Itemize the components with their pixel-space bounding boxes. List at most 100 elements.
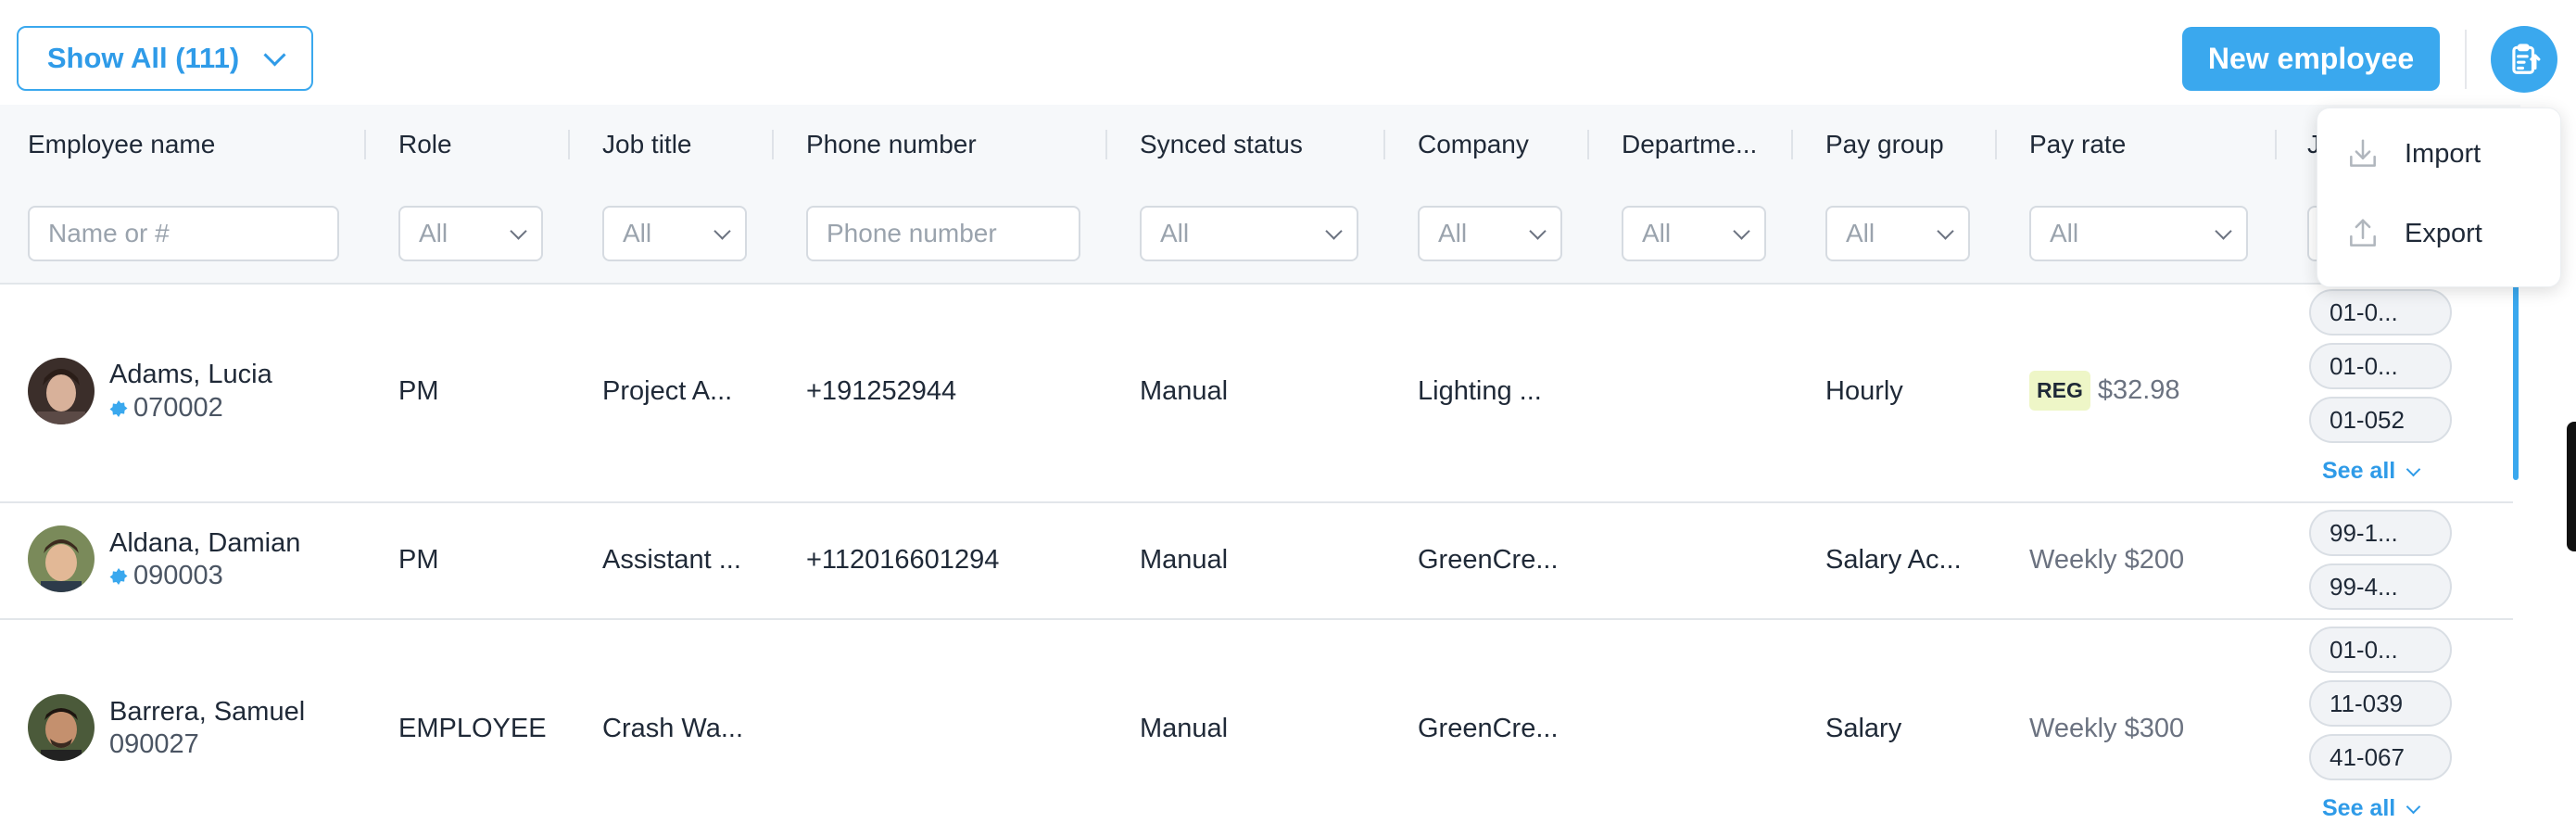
company-filter-select[interactable]: All	[1418, 206, 1562, 261]
col-header-phone-number[interactable]: Phone number	[806, 130, 977, 159]
job-title-filter-select[interactable]: All	[602, 206, 747, 261]
job-title-cell: Crash Wa...	[602, 714, 744, 743]
pay-group-cell: Hourly	[1825, 376, 1903, 406]
chevron-down-icon	[2406, 799, 2421, 814]
column-divider[interactable]	[1587, 130, 1589, 159]
job-tag: 01-0...	[2309, 627, 2452, 673]
import-label: Import	[2405, 138, 2481, 169]
avatar	[28, 694, 95, 761]
pay-rate-cell: Weekly $300	[2029, 714, 2185, 743]
employee-name[interactable]: Adams, Lucia	[109, 360, 272, 390]
chevron-down-icon	[2215, 222, 2232, 240]
pay-group-cell: Salary	[1825, 714, 1902, 743]
pay-group-cell: Salary Ac...	[1825, 545, 1962, 575]
avatar	[28, 358, 95, 424]
employee-id: 090027	[109, 729, 199, 760]
see-all-jobs-link[interactable]: See all	[2322, 458, 2421, 485]
scrollbar-thumb[interactable]	[2513, 283, 2519, 480]
pay-group-filter-select[interactable]: All	[1825, 206, 1970, 261]
chevron-down-icon	[713, 222, 731, 240]
pay-rate-value: $32.98	[2097, 375, 2180, 405]
column-divider[interactable]	[1105, 130, 1107, 159]
company-cell: Lighting ...	[1418, 376, 1542, 406]
phone-number-search-input[interactable]	[806, 206, 1080, 261]
see-all-label: See all	[2322, 795, 2396, 821]
col-header-pay-rate[interactable]: Pay rate	[2029, 130, 2126, 159]
column-divider[interactable]	[568, 130, 570, 159]
job-tag: 99-1...	[2309, 510, 2452, 556]
employee-name[interactable]: Aldana, Damian	[109, 528, 300, 559]
job-tag: 99-4...	[2309, 563, 2452, 610]
see-all-jobs-link[interactable]: See all	[2322, 795, 2421, 822]
company-cell: GreenCre...	[1418, 714, 1559, 743]
export-icon	[2350, 219, 2376, 247]
chevron-down-icon	[1529, 222, 1547, 240]
pay-group-filter-value: All	[1846, 219, 1875, 247]
pay-rate-filter-value: All	[2050, 219, 2079, 247]
role-cell: PM	[398, 545, 439, 575]
column-divider[interactable]	[364, 130, 366, 159]
employee-name-search-input[interactable]	[28, 206, 339, 261]
import-icon	[2350, 139, 2376, 167]
pay-rate-filter-select[interactable]: All	[2029, 206, 2248, 261]
col-header-department[interactable]: Departme...	[1622, 130, 1757, 159]
synced-status-filter-value: All	[1160, 219, 1190, 247]
col-header-job-title[interactable]: Job title	[602, 130, 692, 159]
col-header-employee-name[interactable]: Employee name	[28, 130, 215, 159]
show-all-filter-button[interactable]: Show All (111)	[17, 26, 313, 91]
col-header-role[interactable]: Role	[398, 130, 452, 159]
avatar	[28, 525, 95, 592]
import-export-menu: Import Export	[2317, 108, 2561, 287]
job-title-cell: Project A...	[602, 376, 733, 406]
chevron-down-icon	[1937, 222, 1954, 240]
window-edge	[2567, 422, 2576, 551]
employee-id-text: 090003	[133, 561, 223, 590]
role-filter-select[interactable]: All	[398, 206, 543, 261]
export-label: Export	[2405, 218, 2482, 248]
employee-id: 090003	[109, 561, 223, 591]
job-title-cell: Assistant ...	[602, 545, 741, 575]
synced-status-cell: Manual	[1140, 714, 1229, 743]
column-divider[interactable]	[1995, 130, 1997, 159]
clipboard-list-icon	[2512, 44, 2541, 74]
col-header-pay-group[interactable]: Pay group	[1825, 130, 1944, 159]
job-title-filter-value: All	[623, 219, 652, 247]
role-cell: PM	[398, 376, 439, 406]
col-header-synced-status[interactable]: Synced status	[1140, 130, 1303, 159]
job-tag: 01-0...	[2309, 289, 2452, 336]
column-divider[interactable]	[1791, 130, 1793, 159]
export-menu-item[interactable]: Export	[2345, 216, 2482, 251]
import-menu-item[interactable]: Import	[2345, 136, 2481, 171]
role-filter-value: All	[419, 219, 448, 247]
synced-badge-icon	[109, 567, 128, 585]
column-divider[interactable]	[2275, 130, 2277, 159]
chevron-down-icon	[2406, 462, 2421, 476]
show-all-label: Show All (111)	[46, 42, 240, 74]
pay-type-badge: REG	[2029, 371, 2090, 411]
column-divider[interactable]	[1383, 130, 1385, 159]
job-tag: 01-0...	[2309, 343, 2452, 389]
new-employee-button[interactable]: New employee	[2182, 27, 2440, 91]
pay-rate-cell: Weekly $200	[2029, 545, 2185, 575]
col-header-company[interactable]: Company	[1418, 130, 1529, 159]
department-filter-value: All	[1642, 219, 1672, 247]
company-filter-value: All	[1438, 219, 1468, 247]
toolbar-divider	[2465, 30, 2467, 89]
department-filter-select[interactable]: All	[1622, 206, 1766, 261]
see-all-label: See all	[2322, 458, 2396, 484]
employee-id: 070002	[109, 393, 223, 424]
role-cell: EMPLOYEE	[398, 714, 547, 743]
phone-cell: +191252944	[806, 376, 957, 406]
employee-name[interactable]: Barrera, Samuel	[109, 697, 305, 728]
synced-status-filter-select[interactable]: All	[1140, 206, 1358, 261]
job-tag: 41-067	[2309, 734, 2452, 780]
chevron-down-icon	[1733, 222, 1750, 240]
chevron-down-icon	[263, 43, 286, 67]
chevron-down-icon	[510, 222, 527, 240]
synced-status-cell: Manual	[1140, 545, 1229, 575]
phone-cell: +112016601294	[806, 545, 1000, 575]
synced-badge-icon	[109, 399, 128, 417]
import-export-button[interactable]	[2491, 26, 2557, 93]
pay-rate-cell: REG $32.98	[2029, 371, 2180, 411]
column-divider[interactable]	[772, 130, 774, 159]
